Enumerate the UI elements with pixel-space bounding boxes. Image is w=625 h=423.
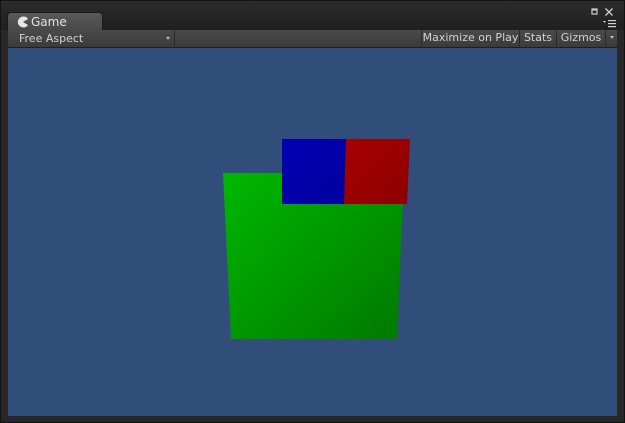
scene-render	[223, 139, 410, 339]
maximize-on-play-button[interactable]: Maximize on Play	[421, 30, 519, 47]
chevron-down-icon	[166, 37, 170, 40]
panel-menu-icon[interactable]	[603, 19, 616, 29]
gizmos-dropdown[interactable]	[605, 30, 617, 47]
gizmos-button[interactable]: Gizmos	[556, 30, 605, 47]
tab-label: Game	[31, 15, 67, 29]
blue-quad	[282, 139, 346, 204]
close-icon[interactable]	[604, 7, 614, 17]
tab-game[interactable]: Game	[7, 12, 103, 31]
red-quad	[344, 139, 410, 204]
window-controls	[590, 7, 616, 31]
aspect-dropdown[interactable]: Free Aspect	[8, 30, 175, 47]
pacman-game-icon	[17, 16, 28, 28]
game-viewport[interactable]	[8, 48, 617, 416]
tab-strip: Game	[1, 1, 624, 31]
aspect-label: Free Aspect	[19, 32, 84, 45]
game-toolbar: Free Aspect Maximize on Play Stats Gizmo…	[8, 30, 617, 48]
chevron-down-icon	[610, 36, 614, 39]
stats-button[interactable]: Stats	[519, 30, 556, 47]
game-window: Game Free Aspect Maximize on Play Stats	[0, 0, 625, 423]
maximize-icon[interactable]	[590, 7, 600, 17]
